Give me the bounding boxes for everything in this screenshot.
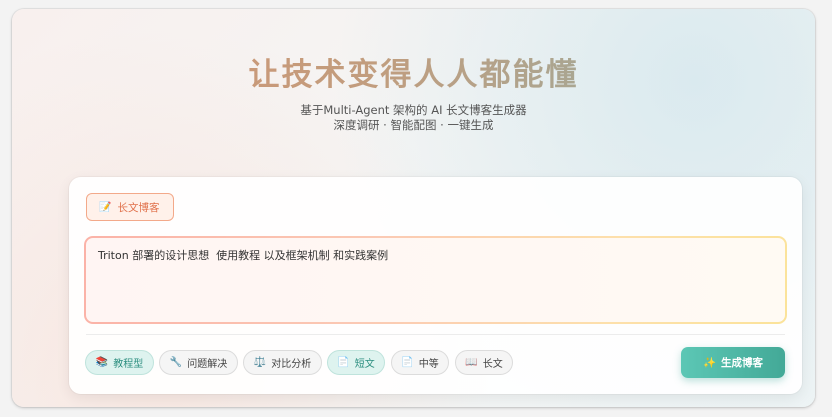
tab-label: 长文博客 [117,201,160,214]
page-icon: 📄 [401,357,414,368]
option-label: 长文 [482,359,503,370]
memo-icon: 📝 [99,201,112,213]
open-book-icon: 📖 [465,357,478,368]
generate-blog-button[interactable]: ✨ 生成博客 [681,347,785,378]
hero-features: 深度调研 · 智能配图 · 一键生成 [333,118,494,132]
hero-title: 让技术变得人人都能懂 [12,56,815,94]
length-option-medium[interactable]: 📄 中等 [391,350,449,375]
scales-icon: ⚖️ [253,357,267,368]
sparkles-icon: ✨ [702,357,717,369]
length-option-short[interactable]: 📄 短文 [327,350,385,375]
tab-long-blog[interactable]: 📝 长文博客 [86,193,175,221]
generator-card: 📝 长文博客 Triton 部署的设计思想 使用教程 以及框架机制 和实践案例 … [69,177,802,394]
topic-input[interactable]: Triton 部署的设计思想 使用教程 以及框架机制 和实践案例 [86,238,785,322]
option-label: 短文 [354,359,375,370]
wrench-icon: 🔧 [169,357,183,368]
style-option-comparison[interactable]: ⚖️ 对比分析 [243,350,322,375]
option-label: 教程型 [113,359,144,370]
divider [86,334,785,335]
style-option-problem-solving[interactable]: 🔧 问题解决 [159,350,238,375]
books-icon: 📚 [95,357,109,368]
button-label: 生成博客 [721,357,764,369]
length-option-long[interactable]: 📖 长文 [455,350,513,375]
style-option-tutorial[interactable]: 📚 教程型 [85,350,154,375]
app-window: 让技术变得人人都能懂 基于Multi-Agent 架构的 AI 长文博客生成器 … [12,9,815,407]
topic-input-wrapper: Triton 部署的设计思想 使用教程 以及框架机制 和实践案例 [84,236,787,324]
option-label: 对比分析 [271,359,312,370]
option-label: 问题解决 [187,359,228,370]
page-icon: 📄 [337,357,350,368]
hero-subtitle: 基于Multi-Agent 架构的 AI 长文博客生成器 [300,103,527,117]
option-label: 中等 [418,359,439,370]
